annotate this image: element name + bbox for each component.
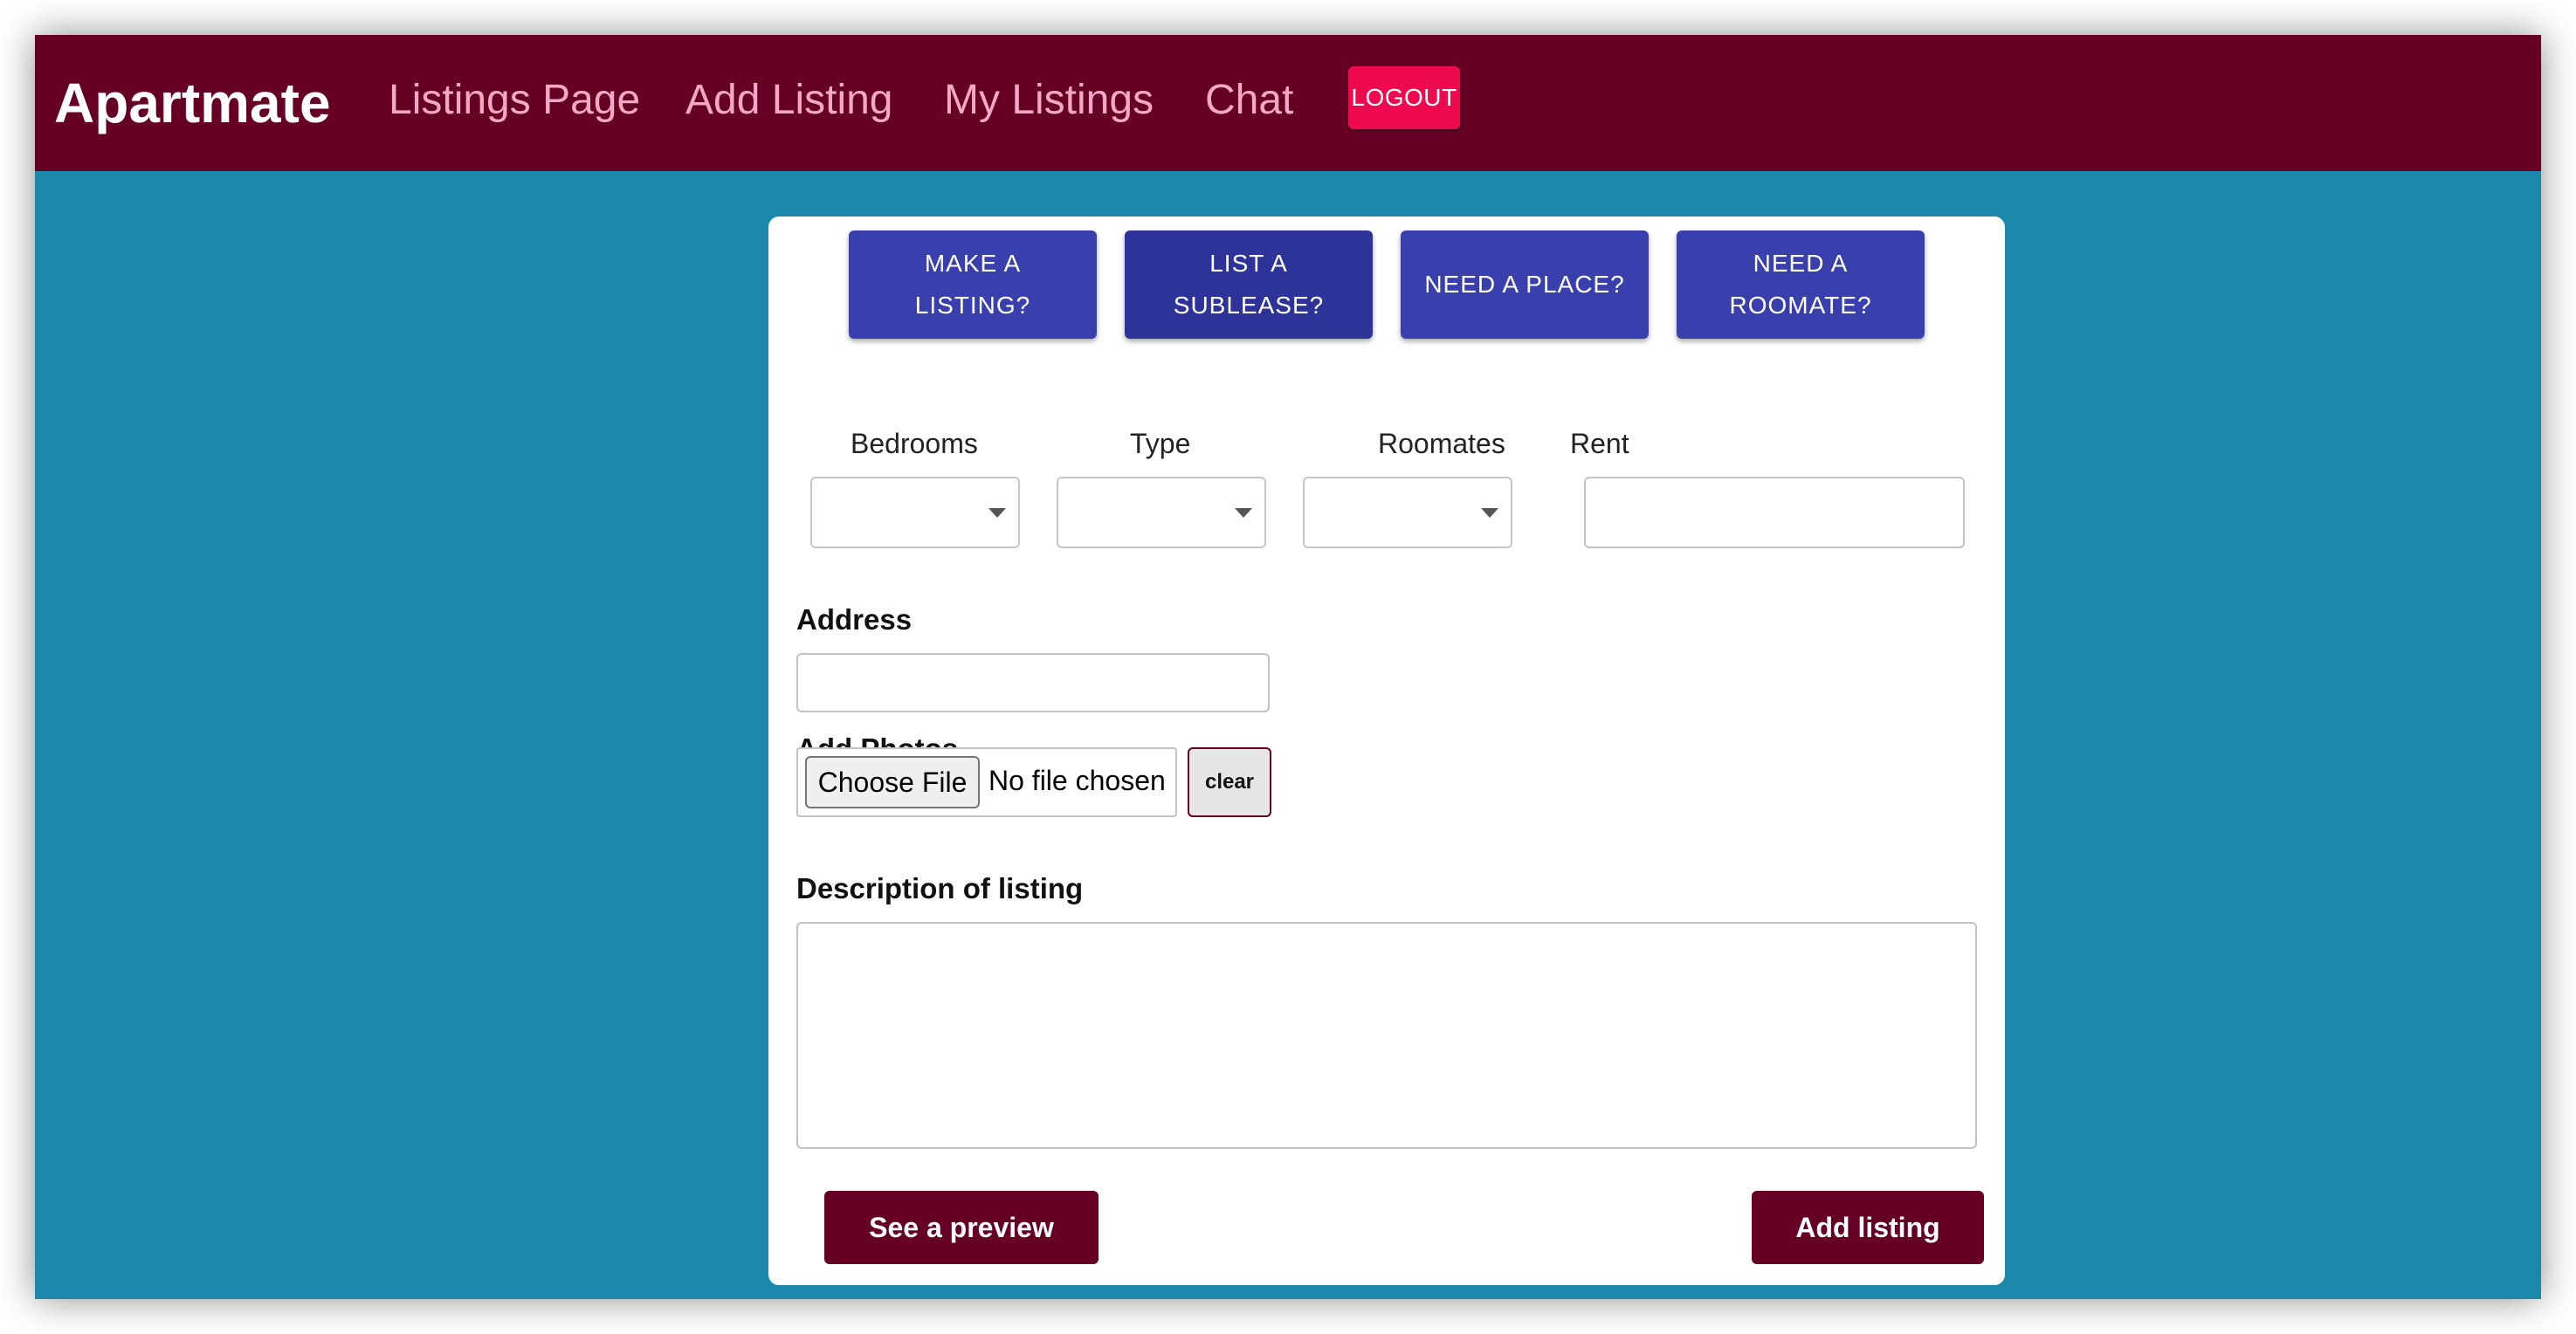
nav-link-chat[interactable]: Chat [1205,70,1293,131]
address-input[interactable] [796,653,1270,712]
add-listing-button[interactable]: Add listing [1752,1191,1984,1264]
bedrooms-label: Bedrooms [851,428,978,459]
add-listing-form: MAKE A LISTING? LIST A SUBLEASE? NEED A … [768,217,2005,1285]
navbar: Apartmate Listings Page Add Listing My L… [35,35,2541,171]
description-textarea[interactable] [796,922,1977,1149]
rent-input[interactable] [1584,477,1965,548]
nav-link-listings-page[interactable]: Listings Page [389,70,640,131]
need-place-button[interactable]: NEED A PLACE? [1401,230,1649,339]
chevron-down-icon [1481,508,1498,518]
description-label: Description of listing [796,872,1084,904]
clear-photos-button[interactable]: clear [1188,747,1271,817]
nav-link-add-listing[interactable]: Add Listing [685,70,893,131]
type-label: Type [1130,428,1191,459]
make-listing-button[interactable]: MAKE A LISTING? [849,230,1097,339]
see-preview-button[interactable]: See a preview [824,1191,1099,1264]
logout-button[interactable]: LOGOUT [1348,66,1460,129]
roomates-label: Roomates [1378,428,1505,459]
address-label: Address [796,603,913,636]
no-file-text: No file chosen [988,765,1166,796]
rent-label: Rent [1570,428,1629,459]
choose-file-button[interactable]: Choose File [805,756,980,808]
file-upload: Choose File No file chosen [796,747,1177,817]
roomates-select[interactable] [1303,477,1512,548]
brand-logo[interactable]: Apartmate [54,68,331,138]
bedrooms-select[interactable] [810,477,1020,548]
chevron-down-icon [988,508,1006,518]
app-window: Apartmate Listings Page Add Listing My L… [35,35,2541,1299]
chevron-down-icon [1235,508,1252,518]
list-sublease-button[interactable]: LIST A SUBLEASE? [1125,230,1373,339]
nav-link-my-listings[interactable]: My Listings [944,70,1154,131]
need-roomate-button[interactable]: NEED A ROOMATE? [1677,230,1925,339]
type-select[interactable] [1057,477,1266,548]
